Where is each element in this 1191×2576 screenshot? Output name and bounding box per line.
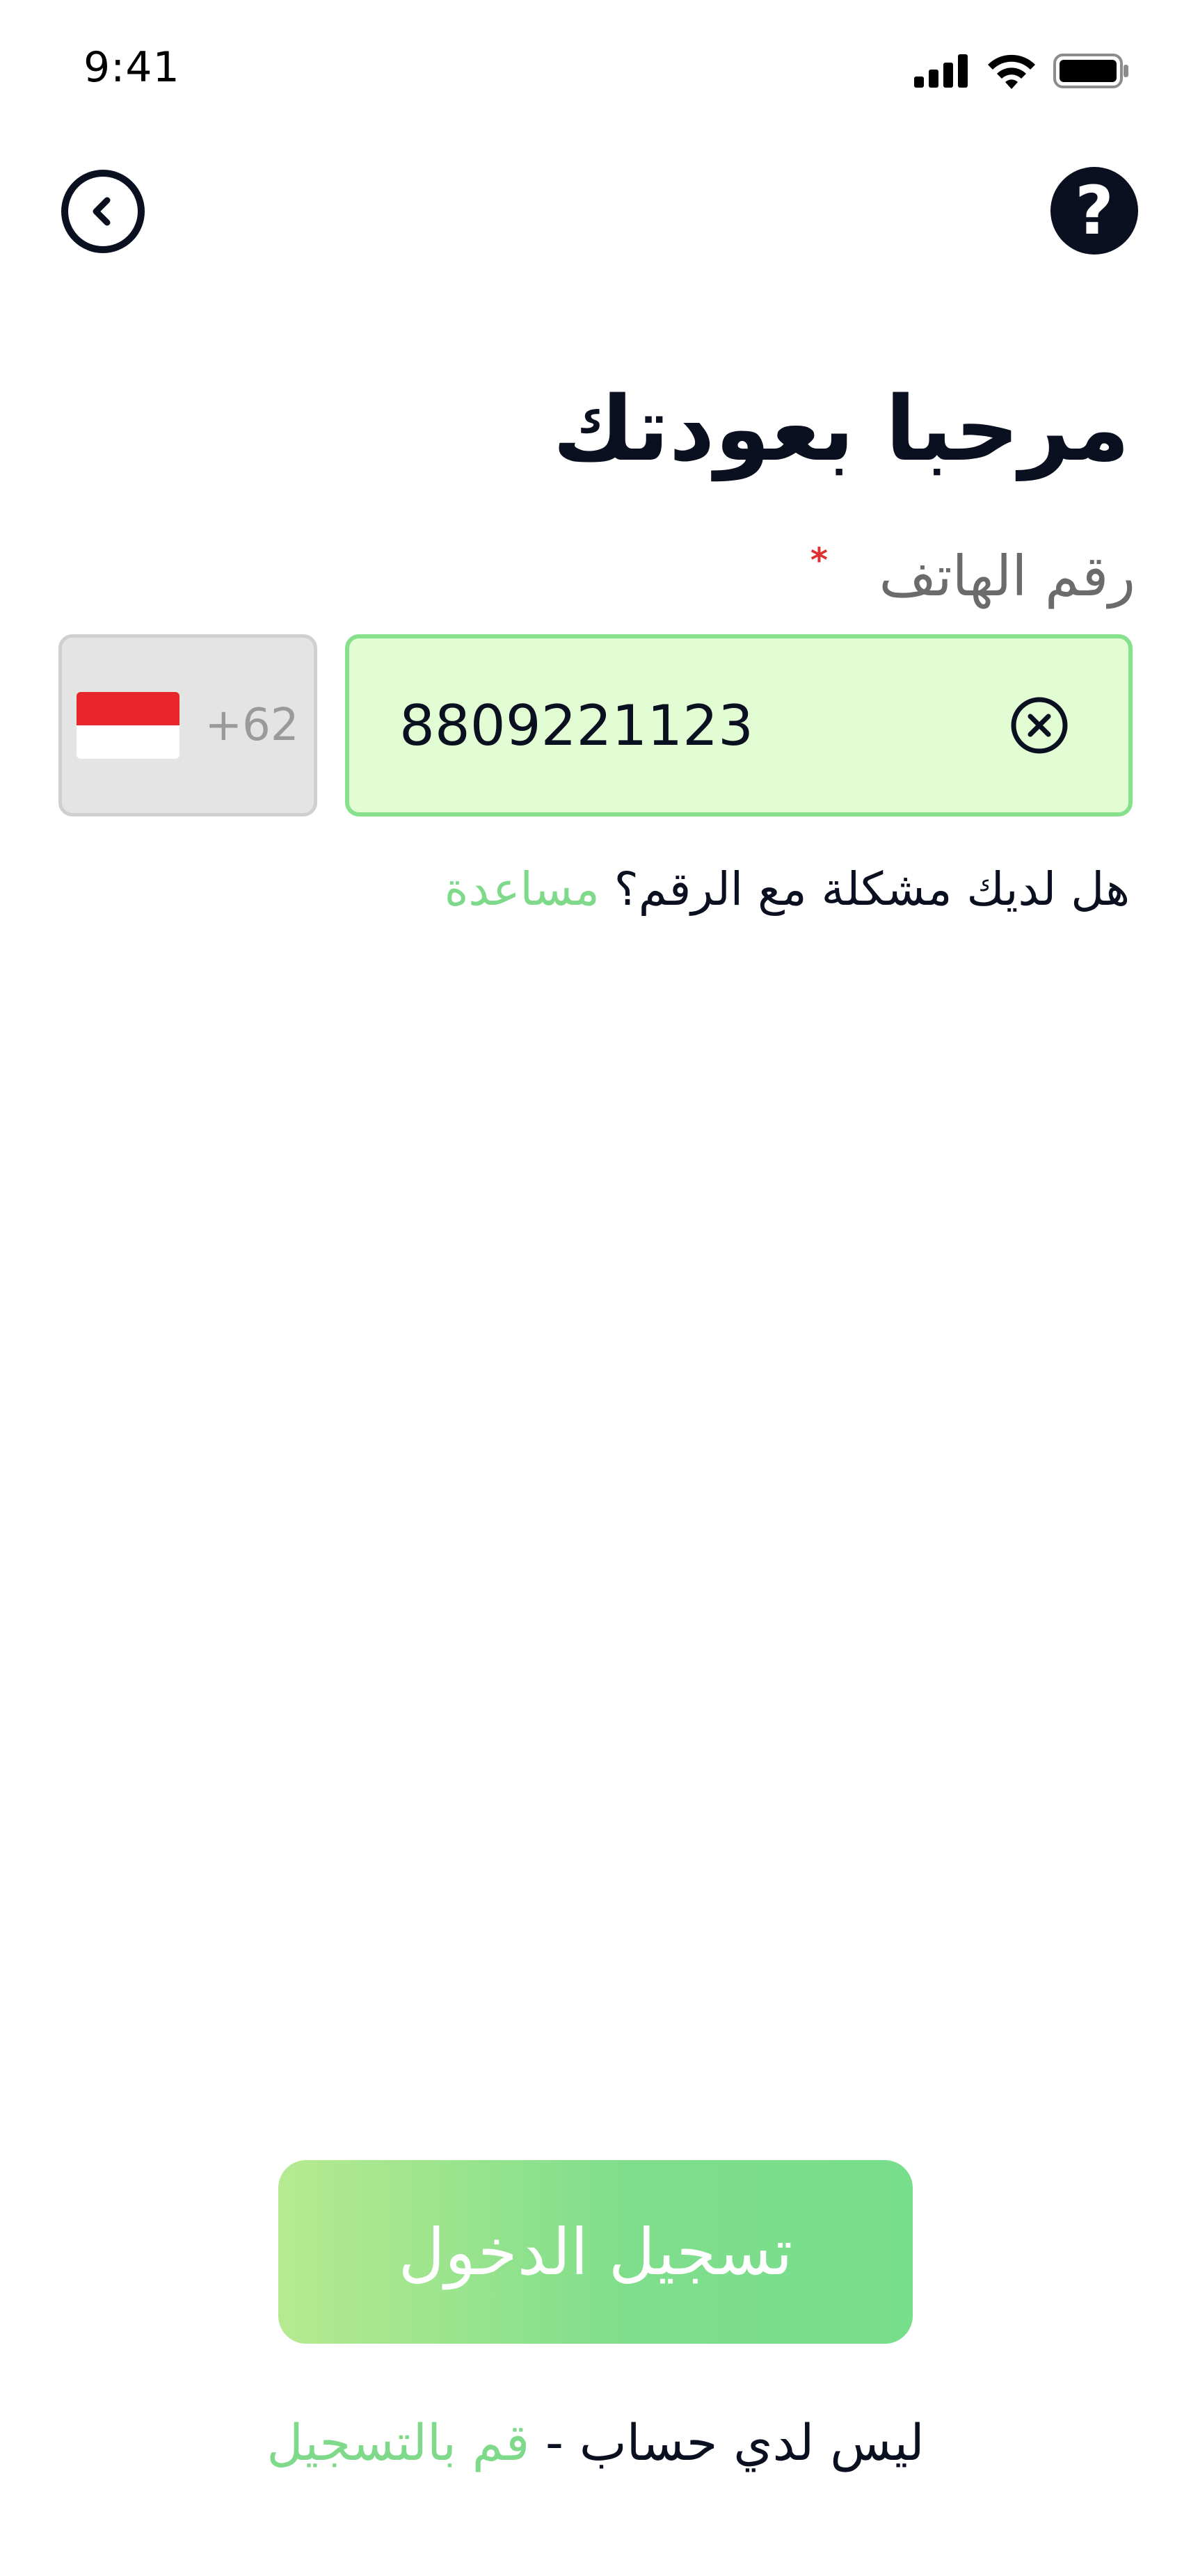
chevron-left-icon <box>93 197 111 226</box>
required-marker: * <box>810 541 828 580</box>
country-code-selector[interactable]: +62 <box>58 634 317 816</box>
phone-help-text: هل لديك مشكلة مع الرقم؟ <box>614 862 1130 916</box>
indonesia-flag-icon <box>77 692 180 759</box>
clear-circle-x-icon[interactable] <box>1009 695 1070 756</box>
help-link[interactable]: مساعدة <box>445 862 600 916</box>
help-button[interactable]: ? <box>1050 167 1138 255</box>
back-button[interactable] <box>61 170 145 253</box>
login-button[interactable]: تسجيل الدخول <box>278 2160 913 2344</box>
register-link[interactable]: قم بالتسجيل <box>266 2413 529 2472</box>
page-title: مرحبا بعودتك <box>552 378 1130 481</box>
cellular-signal-icon <box>914 54 968 88</box>
no-account-text: ليس لدي حساب - <box>545 2413 925 2472</box>
phone-help-line: هل لديك مشكلة مع الرقم؟ مساعدة <box>445 862 1130 916</box>
country-dial-code: +62 <box>205 700 299 751</box>
question-mark-icon: ? <box>1075 172 1114 250</box>
battery-icon <box>1053 54 1128 88</box>
phone-field-label: رقم الهاتف <box>879 544 1135 609</box>
wifi-icon <box>988 54 1035 89</box>
register-line: ليس لدي حساب - قم بالتسجيل <box>0 2413 1191 2472</box>
phone-input-container <box>345 634 1133 816</box>
phone-number-input[interactable] <box>399 638 942 812</box>
status-icons <box>914 51 1130 90</box>
status-time: 9:41 <box>83 43 180 92</box>
